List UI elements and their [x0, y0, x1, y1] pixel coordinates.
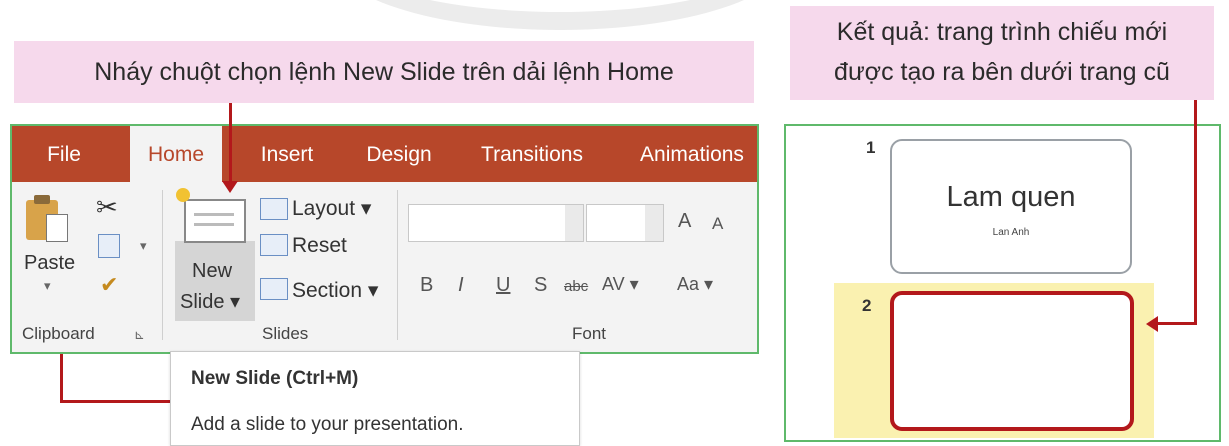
tooltip-title: New Slide (Ctrl+M) — [191, 368, 359, 389]
tab-transitions[interactable]: Transitions — [472, 126, 592, 182]
paste-document-icon — [46, 214, 68, 242]
grow-font-button[interactable]: A — [678, 210, 691, 233]
tab-animations[interactable]: Animations — [627, 126, 757, 182]
new-slide-label-line2: Slide ▾ — [180, 291, 241, 313]
background-arc — [330, 0, 790, 30]
character-spacing-button[interactable]: AV ▾ — [602, 274, 639, 295]
clipboard-clip-icon — [34, 195, 50, 204]
font-name-input[interactable] — [408, 204, 584, 242]
cut-icon[interactable]: ✂ — [96, 192, 118, 223]
format-painter-icon[interactable]: ✔ — [100, 272, 118, 298]
reset-icon — [260, 234, 288, 256]
result-text-line1: Kết quả: trang trình chiếu mới — [836, 18, 1168, 46]
tooltip-connector-horizontal — [60, 400, 172, 403]
slide-number: 1 — [866, 138, 876, 157]
reset-button[interactable]: Reset — [292, 234, 347, 258]
new-slide-tooltip: New Slide (Ctrl+M) Add a slide to your p… — [170, 351, 580, 446]
group-divider — [397, 190, 398, 340]
tooltip-connector-vertical — [60, 354, 63, 402]
section-button[interactable]: Section ▾ — [292, 278, 378, 303]
shrink-font-button[interactable]: A — [712, 214, 723, 234]
result-pointer-arrowhead — [1146, 316, 1158, 332]
tooltip-description: Add a slide to your presentation. — [191, 414, 464, 435]
new-slide-label-line1: New — [192, 260, 233, 282]
new-slide-sparkle-icon — [176, 188, 190, 202]
tab-home[interactable]: Home — [130, 126, 222, 182]
result-pointer-horizontal — [1156, 322, 1197, 325]
paste-button[interactable]: Paste — [24, 252, 75, 275]
font-size-dropdown-icon[interactable] — [645, 205, 663, 241]
ribbon-panel: File Home Insert Design Transitions Anim… — [10, 124, 759, 354]
shadow-button[interactable]: S — [534, 274, 547, 297]
copy-icon[interactable] — [98, 234, 120, 258]
italic-button[interactable]: I — [458, 274, 464, 297]
font-group-label: Font — [572, 324, 607, 343]
slides-group-label: Slides — [262, 324, 309, 343]
new-slide-icon — [184, 199, 246, 243]
result-text-line2: được tạo ra bên dưới trang cũ — [834, 58, 1170, 86]
layout-button[interactable]: Layout ▾ — [292, 196, 371, 221]
result-pointer-vertical — [1194, 100, 1197, 325]
layout-icon — [260, 198, 288, 220]
group-divider — [162, 190, 163, 340]
pointer-line — [229, 103, 232, 181]
pointer-arrowhead — [222, 181, 238, 193]
dialog-launcher-icon[interactable]: ⊾ — [134, 327, 145, 343]
copy-dropdown-icon[interactable]: ▾ — [140, 238, 147, 254]
tab-design[interactable]: Design — [354, 126, 444, 182]
clipboard-group-label: Clipboard — [22, 324, 95, 343]
slide-thumbnail-2[interactable] — [890, 291, 1134, 431]
section-icon — [260, 278, 288, 300]
font-size-input[interactable] — [586, 204, 664, 242]
instruction-text: Nháy chuột chọn lệnh New Slide trên dải … — [94, 57, 674, 86]
tab-insert[interactable]: Insert — [252, 126, 322, 182]
tab-file[interactable]: File — [34, 126, 94, 182]
instruction-callout: Nháy chuột chọn lệnh New Slide trên dải … — [14, 41, 754, 103]
slide-number: 2 — [862, 296, 872, 315]
bold-button[interactable]: B — [420, 274, 433, 297]
change-case-button[interactable]: Aa ▾ — [677, 274, 713, 295]
slide-thumbnail-1[interactable]: Lam quen Lan Anh — [890, 139, 1132, 274]
strikethrough-button[interactable]: abc — [564, 278, 588, 295]
paste-dropdown-icon[interactable]: ▾ — [44, 278, 51, 294]
ribbon-tab-bar: File Home Insert Design Transitions Anim… — [12, 126, 757, 182]
result-callout: Kết quả: trang trình chiếu mới được tạo … — [790, 6, 1214, 100]
slide-title: Lam quen — [946, 181, 1076, 213]
underline-button[interactable]: U — [496, 274, 510, 297]
font-name-dropdown-icon[interactable] — [565, 205, 583, 241]
slide-subtitle: Lan Anh — [992, 227, 1030, 238]
